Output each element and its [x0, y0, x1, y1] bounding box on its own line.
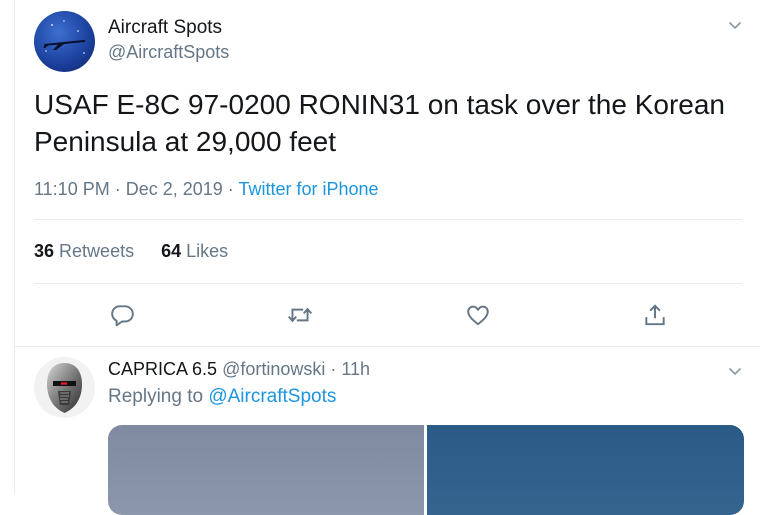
author-handle[interactable]: @AircraftSpots — [108, 42, 229, 63]
replying-mention[interactable]: @AircraftSpots — [208, 386, 336, 407]
reply-button[interactable] — [107, 300, 137, 330]
tweet-date[interactable]: Dec 2, 2019 — [126, 179, 223, 199]
retweets-label: Retweets — [59, 241, 135, 261]
likes-label: Likes — [186, 241, 229, 261]
reply-time[interactable]: 11h — [341, 359, 370, 379]
media-photo-right[interactable] — [427, 425, 744, 515]
meta-separator: · — [109, 179, 126, 199]
tweet-separator — [14, 346, 760, 347]
retweet-icon — [287, 307, 313, 323]
retweets-count: 36 — [34, 241, 55, 261]
heart-icon — [467, 305, 489, 326]
tweet-stats: 36 Retweets 64 Likes — [34, 241, 250, 262]
retweet-button[interactable] — [285, 300, 315, 330]
media-photo-left[interactable] — [108, 425, 424, 515]
reply-author-name[interactable]: CAPRICA 6.5 — [108, 359, 217, 379]
likes-count: 64 — [161, 241, 182, 261]
replying-to: Replying to @AircraftSpots — [108, 386, 336, 408]
meta-separator: · — [325, 359, 342, 379]
chevron-down-icon[interactable] — [728, 18, 742, 32]
retweets-stat[interactable]: 36 Retweets — [34, 241, 134, 261]
reply-author-handle[interactable]: @fortinowski — [222, 359, 325, 379]
speech-bubble-icon — [111, 305, 134, 327]
share-icon — [645, 304, 665, 326]
reply-author-avatar[interactable] — [34, 357, 95, 418]
meta-separator: · — [222, 179, 239, 199]
divider — [34, 283, 742, 284]
author-name[interactable]: Aircraft Spots — [108, 17, 222, 39]
author-avatar[interactable] — [34, 11, 95, 72]
airplane-icon — [43, 20, 86, 54]
chevron-down-icon[interactable] — [728, 364, 742, 378]
reply-header: CAPRICA 6.5 @fortinowski · 11h — [108, 359, 370, 380]
reply-media[interactable] — [108, 425, 744, 515]
tweet-source[interactable]: Twitter for iPhone — [238, 179, 378, 199]
tweet-meta: 11:10 PM · Dec 2, 2019 · Twitter for iPh… — [34, 179, 379, 200]
divider — [34, 219, 742, 220]
tweet-text: USAF E-8C 97-0200 RONIN31 on task over t… — [34, 89, 726, 157]
tweet-time[interactable]: 11:10 PM — [34, 179, 110, 199]
like-button[interactable] — [463, 300, 493, 330]
replying-prefix: Replying to — [108, 386, 209, 407]
likes-stat[interactable]: 64 Likes — [161, 241, 228, 261]
share-button[interactable] — [640, 300, 670, 330]
cylon-helmet-icon — [47, 363, 82, 413]
